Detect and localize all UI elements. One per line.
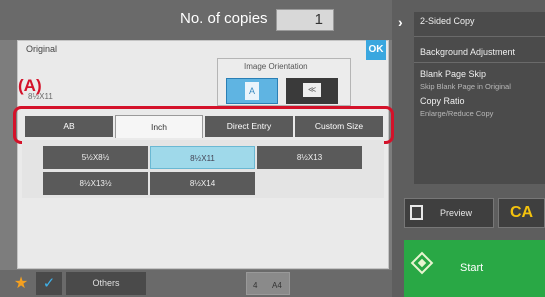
divider <box>414 36 545 37</box>
copies-input[interactable]: 1 <box>276 9 334 31</box>
dialog-title: Original <box>26 44 58 54</box>
function-item-2-sided-copy[interactable]: 2-Sided Copy <box>420 16 475 26</box>
ok-button[interactable]: OK <box>366 40 386 60</box>
function-item-blank-page-skip[interactable]: Blank Page Skip <box>420 69 486 79</box>
size-button-8-5x13[interactable]: 8½X13 <box>257 146 362 169</box>
size-button-5-5x8-5[interactable]: 5½X8½ <box>43 146 148 169</box>
start-label: Start <box>460 262 484 274</box>
size-button-8-5x13-5[interactable]: 8½X13½ <box>43 172 148 195</box>
size-button-8-5x14[interactable]: 8½X14 <box>150 172 255 195</box>
clear-all-button[interactable]: CA <box>498 198 545 228</box>
size-button-8-5x11[interactable]: 8½X11 <box>150 146 255 169</box>
function-item-background-adjustment[interactable]: Background Adjustment <box>420 47 515 57</box>
function-item-blank-page-skip-sub: Skip Blank Page in Original <box>420 82 511 91</box>
image-orientation-title: Image Orientation <box>244 62 308 71</box>
star-icon[interactable]: ★ <box>10 272 32 295</box>
function-item-copy-ratio-sub: Enlarge/Reduce Copy <box>420 109 494 118</box>
landscape-page-icon: ≪ <box>303 83 321 97</box>
callout-highlight <box>13 106 394 144</box>
divider <box>414 62 545 63</box>
function-item-copy-ratio[interactable]: Copy Ratio <box>420 96 465 106</box>
tray-number: 4 <box>253 281 258 290</box>
preview-label: Preview <box>440 208 473 218</box>
others-button[interactable]: Others <box>66 272 146 295</box>
preview-icon <box>410 205 423 220</box>
callout-label: (A) <box>18 76 42 95</box>
tray-size: A4 <box>272 281 282 290</box>
checkmark-icon[interactable]: ✓ <box>36 272 62 295</box>
chevron-right-icon[interactable]: › <box>398 14 403 30</box>
portrait-page-icon: A <box>245 82 259 100</box>
copies-label: No. of copies <box>180 10 268 27</box>
